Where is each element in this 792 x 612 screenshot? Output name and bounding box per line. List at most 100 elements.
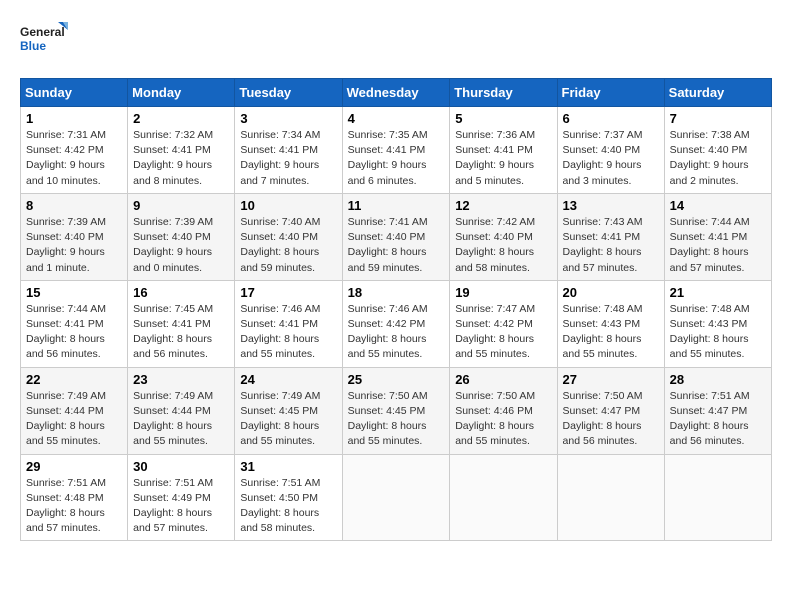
- day-number: 16: [133, 285, 229, 300]
- day-info: Sunrise: 7:49 AMSunset: 4:44 PMDaylight:…: [26, 389, 122, 450]
- col-header-friday: Friday: [557, 79, 664, 107]
- day-cell: 12 Sunrise: 7:42 AMSunset: 4:40 PMDayligh…: [450, 193, 557, 280]
- day-cell: [450, 454, 557, 541]
- day-number: 27: [563, 372, 659, 387]
- day-number: 4: [348, 111, 445, 126]
- calendar-header-row: SundayMondayTuesdayWednesdayThursdayFrid…: [21, 79, 772, 107]
- week-row-1: 1 Sunrise: 7:31 AMSunset: 4:42 PMDaylight…: [21, 107, 772, 194]
- day-number: 12: [455, 198, 551, 213]
- day-number: 1: [26, 111, 122, 126]
- day-info: Sunrise: 7:37 AMSunset: 4:40 PMDaylight:…: [563, 128, 659, 189]
- day-number: 18: [348, 285, 445, 300]
- day-cell: 18 Sunrise: 7:46 AMSunset: 4:42 PMDayligh…: [342, 280, 450, 367]
- logo-svg: General Blue: [20, 20, 70, 62]
- day-info: Sunrise: 7:43 AMSunset: 4:41 PMDaylight:…: [563, 215, 659, 276]
- day-info: Sunrise: 7:46 AMSunset: 4:41 PMDaylight:…: [240, 302, 336, 363]
- day-info: Sunrise: 7:35 AMSunset: 4:41 PMDaylight:…: [348, 128, 445, 189]
- day-number: 9: [133, 198, 229, 213]
- day-number: 14: [670, 198, 766, 213]
- day-info: Sunrise: 7:51 AMSunset: 4:49 PMDaylight:…: [133, 476, 229, 537]
- day-cell: 22Sunrise: 7:49 AMSunset: 4:44 PMDayligh…: [21, 367, 128, 454]
- day-number: 29: [26, 459, 122, 474]
- week-row-3: 15Sunrise: 7:44 AMSunset: 4:41 PMDayligh…: [21, 280, 772, 367]
- day-cell: 31 Sunrise: 7:51 AMSunset: 4:50 PMDayligh…: [235, 454, 342, 541]
- day-info: Sunrise: 7:48 AMSunset: 4:43 PMDaylight:…: [670, 302, 766, 363]
- day-info: Sunrise: 7:34 AMSunset: 4:41 PMDaylight:…: [240, 128, 336, 189]
- day-info: Sunrise: 7:51 AMSunset: 4:47 PMDaylight:…: [670, 389, 766, 450]
- day-cell: 29Sunrise: 7:51 AMSunset: 4:48 PMDayligh…: [21, 454, 128, 541]
- day-info: Sunrise: 7:40 AMSunset: 4:40 PMDaylight:…: [240, 215, 336, 276]
- day-number: 3: [240, 111, 336, 126]
- day-cell: 27Sunrise: 7:50 AMSunset: 4:47 PMDayligh…: [557, 367, 664, 454]
- day-cell: 3 Sunrise: 7:34 AMSunset: 4:41 PMDaylight…: [235, 107, 342, 194]
- day-cell: 16Sunrise: 7:45 AMSunset: 4:41 PMDayligh…: [128, 280, 235, 367]
- day-cell: [664, 454, 771, 541]
- day-cell: 13Sunrise: 7:43 AMSunset: 4:41 PMDayligh…: [557, 193, 664, 280]
- day-cell: 15Sunrise: 7:44 AMSunset: 4:41 PMDayligh…: [21, 280, 128, 367]
- col-header-thursday: Thursday: [450, 79, 557, 107]
- day-cell: 6Sunrise: 7:37 AMSunset: 4:40 PMDaylight…: [557, 107, 664, 194]
- day-cell: 14Sunrise: 7:44 AMSunset: 4:41 PMDayligh…: [664, 193, 771, 280]
- svg-text:General: General: [20, 25, 65, 39]
- col-header-sunday: Sunday: [21, 79, 128, 107]
- day-cell: 24 Sunrise: 7:49 AMSunset: 4:45 PMDayligh…: [235, 367, 342, 454]
- day-number: 5: [455, 111, 551, 126]
- day-cell: 25 Sunrise: 7:50 AMSunset: 4:45 PMDayligh…: [342, 367, 450, 454]
- day-cell: [342, 454, 450, 541]
- day-info: Sunrise: 7:46 AMSunset: 4:42 PMDaylight:…: [348, 302, 445, 363]
- day-cell: 30 Sunrise: 7:51 AMSunset: 4:49 PMDayligh…: [128, 454, 235, 541]
- col-header-saturday: Saturday: [664, 79, 771, 107]
- day-cell: 10 Sunrise: 7:40 AMSunset: 4:40 PMDayligh…: [235, 193, 342, 280]
- day-number: 10: [240, 198, 336, 213]
- day-cell: 4 Sunrise: 7:35 AMSunset: 4:41 PMDaylight…: [342, 107, 450, 194]
- day-info: Sunrise: 7:48 AMSunset: 4:43 PMDaylight:…: [563, 302, 659, 363]
- day-number: 31: [240, 459, 336, 474]
- day-number: 25: [348, 372, 445, 387]
- col-header-tuesday: Tuesday: [235, 79, 342, 107]
- day-cell: 20 Sunrise: 7:48 AMSunset: 4:43 PMDayligh…: [557, 280, 664, 367]
- day-cell: 9 Sunrise: 7:39 AMSunset: 4:40 PMDaylight…: [128, 193, 235, 280]
- week-row-4: 22Sunrise: 7:49 AMSunset: 4:44 PMDayligh…: [21, 367, 772, 454]
- day-info: Sunrise: 7:39 AMSunset: 4:40 PMDaylight:…: [26, 215, 122, 276]
- day-info: Sunrise: 7:49 AMSunset: 4:44 PMDaylight:…: [133, 389, 229, 450]
- day-cell: 11Sunrise: 7:41 AMSunset: 4:40 PMDayligh…: [342, 193, 450, 280]
- day-info: Sunrise: 7:32 AMSunset: 4:41 PMDaylight:…: [133, 128, 229, 189]
- day-info: Sunrise: 7:50 AMSunset: 4:45 PMDaylight:…: [348, 389, 445, 450]
- day-number: 24: [240, 372, 336, 387]
- day-info: Sunrise: 7:31 AMSunset: 4:42 PMDaylight:…: [26, 128, 122, 189]
- day-info: Sunrise: 7:44 AMSunset: 4:41 PMDaylight:…: [26, 302, 122, 363]
- day-cell: 2 Sunrise: 7:32 AMSunset: 4:41 PMDaylight…: [128, 107, 235, 194]
- day-info: Sunrise: 7:49 AMSunset: 4:45 PMDaylight:…: [240, 389, 336, 450]
- page-header: General Blue: [20, 20, 772, 62]
- day-info: Sunrise: 7:36 AMSunset: 4:41 PMDaylight:…: [455, 128, 551, 189]
- day-number: 20: [563, 285, 659, 300]
- day-number: 21: [670, 285, 766, 300]
- day-info: Sunrise: 7:39 AMSunset: 4:40 PMDaylight:…: [133, 215, 229, 276]
- week-row-5: 29Sunrise: 7:51 AMSunset: 4:48 PMDayligh…: [21, 454, 772, 541]
- day-cell: 23 Sunrise: 7:49 AMSunset: 4:44 PMDayligh…: [128, 367, 235, 454]
- svg-text:Blue: Blue: [20, 39, 46, 53]
- day-cell: 28 Sunrise: 7:51 AMSunset: 4:47 PMDayligh…: [664, 367, 771, 454]
- col-header-wednesday: Wednesday: [342, 79, 450, 107]
- day-cell: 5 Sunrise: 7:36 AMSunset: 4:41 PMDaylight…: [450, 107, 557, 194]
- day-cell: 8 Sunrise: 7:39 AMSunset: 4:40 PMDaylight…: [21, 193, 128, 280]
- day-number: 2: [133, 111, 229, 126]
- day-cell: 21 Sunrise: 7:48 AMSunset: 4:43 PMDayligh…: [664, 280, 771, 367]
- day-number: 8: [26, 198, 122, 213]
- day-number: 30: [133, 459, 229, 474]
- day-info: Sunrise: 7:42 AMSunset: 4:40 PMDaylight:…: [455, 215, 551, 276]
- day-number: 19: [455, 285, 551, 300]
- calendar-table: SundayMondayTuesdayWednesdayThursdayFrid…: [20, 78, 772, 541]
- day-cell: [557, 454, 664, 541]
- day-info: Sunrise: 7:51 AMSunset: 4:50 PMDaylight:…: [240, 476, 336, 537]
- week-row-2: 8 Sunrise: 7:39 AMSunset: 4:40 PMDaylight…: [21, 193, 772, 280]
- day-info: Sunrise: 7:50 AMSunset: 4:46 PMDaylight:…: [455, 389, 551, 450]
- logo: General Blue: [20, 20, 70, 62]
- day-number: 7: [670, 111, 766, 126]
- day-number: 23: [133, 372, 229, 387]
- day-number: 28: [670, 372, 766, 387]
- day-info: Sunrise: 7:38 AMSunset: 4:40 PMDaylight:…: [670, 128, 766, 189]
- day-info: Sunrise: 7:41 AMSunset: 4:40 PMDaylight:…: [348, 215, 445, 276]
- day-cell: 19Sunrise: 7:47 AMSunset: 4:42 PMDayligh…: [450, 280, 557, 367]
- day-cell: 1 Sunrise: 7:31 AMSunset: 4:42 PMDaylight…: [21, 107, 128, 194]
